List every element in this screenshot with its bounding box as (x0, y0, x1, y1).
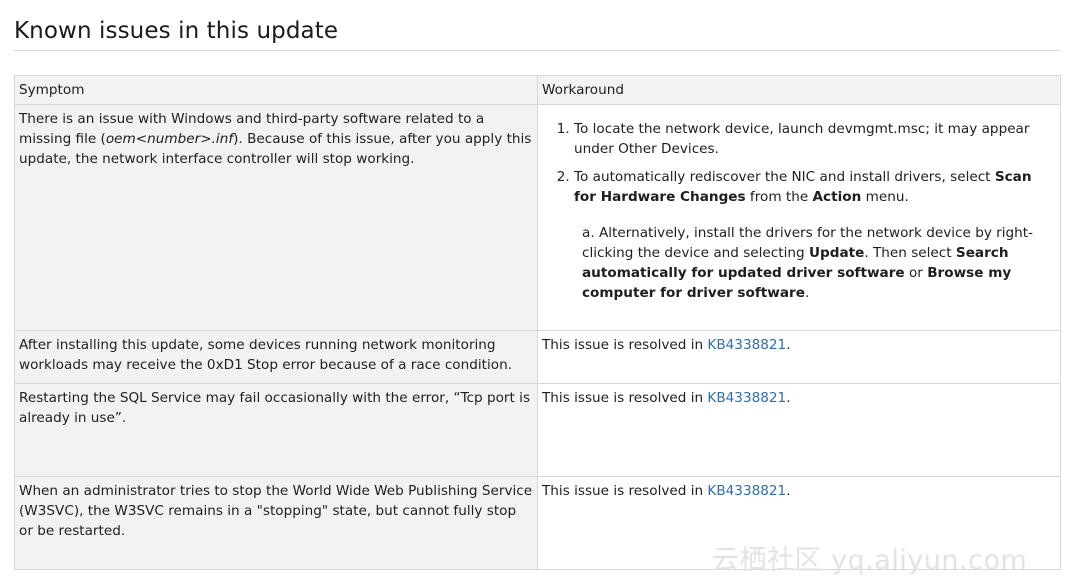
workaround-cell: This issue is resolved in KB4338821. (537, 383, 1061, 477)
symptom-cell: There is an issue with Windows and third… (14, 104, 538, 331)
workaround-text: This issue is resolved in (542, 337, 708, 353)
page: Known issues in this update Symptom Work… (0, 0, 1079, 583)
title-divider (14, 50, 1060, 51)
sub-step-text: or (904, 265, 928, 281)
table-row: There is an issue with Windows and third… (14, 104, 1061, 331)
symptom-header: Symptom (14, 75, 538, 105)
workaround-step-2: To automatically rediscover the NIC and … (574, 167, 1056, 207)
table-row: Restarting the SQL Service may fail occa… (14, 383, 1061, 477)
symptom-filename: oem<number>.inf (105, 131, 234, 147)
known-issues-table: Symptom Workaround There is an issue wit… (14, 75, 1061, 570)
workaround-text: This issue is resolved in (542, 483, 708, 499)
symptom-cell: After installing this update, some devic… (14, 330, 538, 384)
kb-link[interactable]: KB4338821 (707, 483, 786, 499)
watermark: 云栖社区 yq.aliyun.com (712, 545, 1028, 576)
action-menu-label: Action (812, 189, 862, 205)
kb-link[interactable]: KB4338821 (707, 337, 786, 353)
workaround-cell: To locate the network device, launch dev… (537, 104, 1061, 331)
sub-step-text: . (804, 285, 810, 301)
step-text: from the (745, 189, 813, 205)
step-text: To automatically rediscover the NIC and … (574, 169, 995, 185)
workaround-text: This issue is resolved in (542, 390, 708, 406)
sub-step-text: . Then select (864, 245, 956, 261)
workaround-header: Workaround (537, 75, 1061, 105)
workaround-sub-step: a. Alternatively, install the drivers fo… (582, 223, 1056, 303)
section-title: Known issues in this update (14, 18, 339, 44)
kb-link[interactable]: KB4338821 (707, 390, 786, 406)
table-row: After installing this update, some devic… (14, 330, 1061, 384)
workaround-cell: This issue is resolved in KB4338821. (537, 330, 1061, 384)
workaround-steps: To locate the network device, launch dev… (542, 119, 1056, 207)
workaround-text: . (786, 483, 791, 499)
update-label: Update (808, 245, 865, 261)
workaround-text: . (786, 337, 791, 353)
table-header-row: Symptom Workaround (14, 75, 1061, 105)
symptom-cell: Restarting the SQL Service may fail occa… (14, 383, 538, 477)
step-text: menu. (861, 189, 909, 205)
workaround-step-1: To locate the network device, launch dev… (574, 119, 1056, 159)
symptom-cell: When an administrator tries to stop the … (14, 476, 538, 570)
workaround-text: . (786, 390, 791, 406)
